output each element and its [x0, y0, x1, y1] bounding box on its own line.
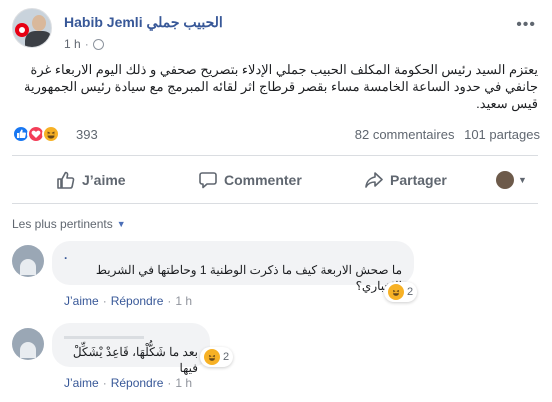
post-as-selector[interactable]: ▼ — [496, 171, 527, 189]
commenter-avatar[interactable] — [12, 245, 44, 277]
comment-like-link[interactable]: J’aime — [64, 294, 99, 308]
shares-count[interactable]: 101 partages — [464, 127, 540, 142]
author-avatar[interactable] — [12, 8, 52, 48]
comment-label: Commenter — [224, 172, 302, 188]
comment-time[interactable]: 1 h — [175, 294, 192, 308]
reactions-bar: 393 82 commentaires 101 partages — [12, 125, 540, 147]
comment-reactions[interactable]: 2 — [384, 282, 418, 302]
divider — [12, 203, 538, 204]
post-time[interactable]: 1 h — [64, 37, 81, 51]
comment-reply-link[interactable]: Répondre — [111, 294, 164, 308]
share-button[interactable]: Partager — [364, 170, 447, 190]
share-label: Partager — [390, 172, 447, 188]
comment-reactions[interactable]: 2 — [200, 347, 234, 367]
author-name[interactable]: Habib Jemli الحبيب جملي — [64, 14, 223, 31]
globe-icon — [92, 38, 104, 50]
comment-time[interactable]: 1 h — [175, 376, 192, 390]
post-text: يعتزم السيد رئيس الحكومة المكلف الحبيب ج… — [24, 62, 538, 111]
commenter-name[interactable]: . — [64, 248, 402, 262]
comment-reply-link[interactable]: Répondre — [111, 376, 164, 390]
comment-reaction-count: 2 — [407, 286, 414, 298]
divider — [12, 155, 538, 156]
share-icon — [365, 172, 383, 188]
comment-button[interactable]: Commenter — [198, 170, 302, 190]
comment-icon — [199, 172, 217, 189]
haha-reaction-icon — [204, 349, 220, 365]
commenter-name[interactable] — [64, 330, 198, 344]
avatar — [496, 171, 514, 189]
comment-bubble: . ما صحش الاربعة كيف ما ذكرت الوطنية 1 و… — [52, 241, 414, 293]
comment-actions: J’aime · Répondre · 1 h — [64, 376, 193, 390]
reaction-icons[interactable] — [12, 125, 60, 143]
action-bar: J’aime Commenter Partager ▼ — [12, 163, 538, 197]
like-label: J’aime — [82, 172, 126, 188]
thumbs-up-icon — [57, 171, 75, 189]
comment-actions: J’aime · Répondre · 1 h — [64, 294, 193, 308]
chevron-down-icon: ▼ — [116, 219, 126, 229]
haha-reaction-icon — [42, 125, 60, 143]
person-icon — [32, 15, 46, 31]
chevron-down-icon: ▼ — [518, 175, 527, 185]
comment-text: ما صحش الاربعة كيف ما ذكرت الوطنية 1 وحا… — [95, 263, 402, 293]
comment-like-link[interactable]: J’aime — [64, 376, 99, 390]
post-header: Habib Jemli الحبيب جملي 1 h · ••• — [12, 8, 542, 56]
commenter-avatar[interactable] — [12, 328, 44, 360]
reaction-count[interactable]: 393 — [76, 127, 98, 142]
comment-reaction-count: 2 — [223, 351, 230, 363]
sort-label: Les plus pertinents — [12, 217, 113, 231]
more-options-icon[interactable]: ••• — [516, 16, 536, 34]
haha-reaction-icon — [388, 284, 404, 300]
comment-bubble: بعد ما شَكُّلْهَا، قَاعِدْ يْشَكِّلْ فيه… — [52, 323, 210, 375]
like-button[interactable]: J’aime — [56, 170, 126, 190]
comments-count[interactable]: 82 commentaires — [355, 127, 455, 142]
post-meta: 1 h · — [64, 37, 104, 51]
comment-text: بعد ما شَكُّلْهَا، قَاعِدْ يْشَكِّلْ فيه… — [72, 345, 198, 375]
commenter-name-placeholder — [64, 336, 144, 340]
comment-sort-dropdown[interactable]: Les plus pertinents ▼ — [12, 217, 126, 231]
